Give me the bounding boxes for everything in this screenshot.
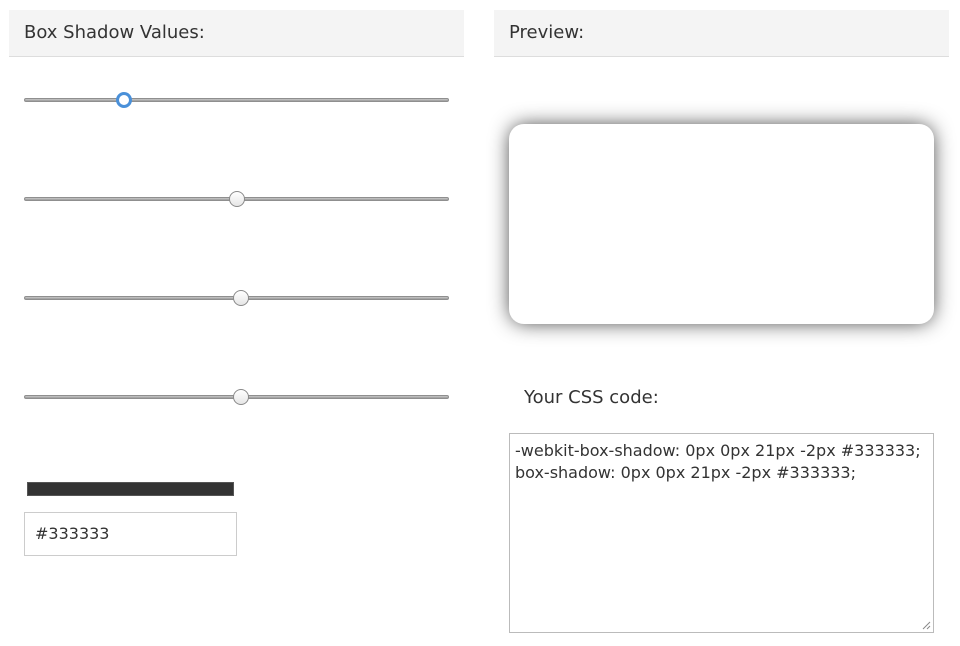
box-shadow-values-panel: Box Shadow Values: #333333 [9, 10, 464, 630]
panel-title: Preview: [494, 10, 949, 57]
slider-thumb[interactable] [115, 92, 132, 108]
css-code-label: Your CSS code: [524, 387, 659, 408]
vertical-offset-slider[interactable] [24, 189, 449, 209]
css-code-line: box-shadow: 0px 0px 21px -2px #333333; [515, 463, 856, 482]
preview-panel: Preview: Your CSS code: -webkit-box-shad… [494, 10, 949, 640]
color-input[interactable]: #333333 [24, 512, 237, 556]
slider-track[interactable] [24, 98, 449, 102]
horizontal-offset-slider[interactable] [24, 90, 449, 110]
slider-thumb[interactable] [232, 290, 249, 306]
shadow-preview-box [509, 124, 934, 324]
color-swatch[interactable] [27, 482, 234, 496]
resize-grip-icon[interactable] [922, 621, 931, 630]
css-code-textarea[interactable]: -webkit-box-shadow: 0px 0px 21px -2px #3… [509, 433, 934, 633]
spread-radius-slider[interactable] [24, 387, 449, 407]
blur-radius-slider[interactable] [24, 288, 449, 308]
css-code-line: -webkit-box-shadow: 0px 0px 21px -2px #3… [515, 441, 921, 460]
panel-title: Box Shadow Values: [9, 10, 464, 57]
slider-thumb[interactable] [228, 191, 245, 207]
slider-thumb[interactable] [232, 389, 249, 405]
